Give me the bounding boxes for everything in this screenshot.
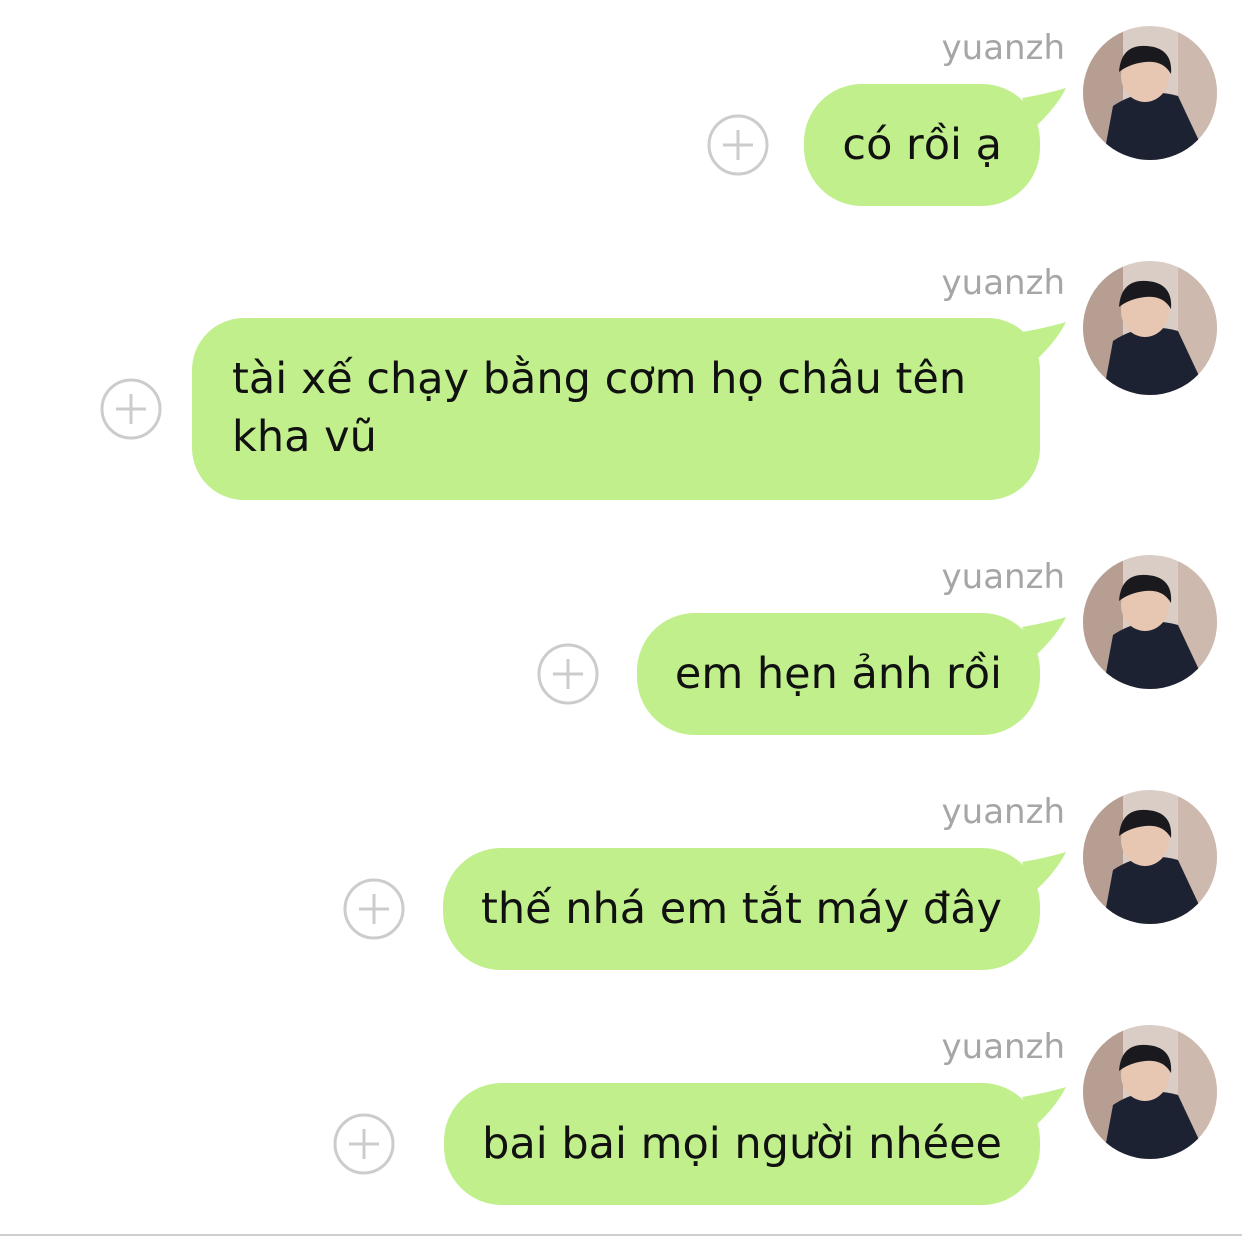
avatar-photo [1083, 1025, 1217, 1159]
divider [0, 1234, 1242, 1236]
message-bubble[interactable]: em hẹn ảnh rồi [636, 613, 1066, 735]
message-text: tài xế chạy bằng cơm họ châu tên kha vũ [232, 354, 967, 462]
message-bubble[interactable]: có rồi ạ [804, 84, 1066, 206]
message-bubble[interactable]: tài xế chạy bằng cơm họ châu tên kha vũ [192, 318, 1066, 500]
avatar-photo [1083, 261, 1217, 395]
message-text: em hẹn ảnh rồi [674, 649, 1002, 699]
message-text: thế nhá em tắt máy đây [481, 884, 1002, 934]
avatar-photo [1083, 555, 1217, 689]
message-bubble[interactable]: thế nhá em tắt máy đây [443, 848, 1066, 970]
add-reaction-button[interactable] [537, 643, 599, 705]
sender-name: yuanzh [941, 263, 1065, 303]
avatar[interactable] [1083, 1025, 1217, 1159]
bubble-tail [1022, 852, 1066, 892]
add-reaction-button[interactable] [333, 1113, 395, 1175]
add-reaction-button[interactable] [707, 114, 769, 176]
sender-name: yuanzh [941, 557, 1065, 597]
message-text: có rồi ạ [842, 120, 1002, 170]
avatar[interactable] [1083, 555, 1217, 689]
message-text: bai bai mọi người nhéee [482, 1119, 1002, 1169]
chat-thread: yuanzh có rồi ạ yuanzh tài xế chạy bằng … [0, 0, 1242, 1240]
sender-name: yuanzh [941, 1027, 1065, 1067]
message-bubble[interactable]: bai bai mọi người nhéee [444, 1083, 1066, 1205]
bubble-tail [1022, 617, 1066, 657]
avatar[interactable] [1083, 790, 1217, 924]
avatar[interactable] [1083, 261, 1217, 395]
sender-name: yuanzh [941, 792, 1065, 832]
add-reaction-button[interactable] [100, 378, 162, 440]
avatar-photo [1083, 26, 1217, 160]
avatar-photo [1083, 790, 1217, 924]
bubble-tail [1022, 1087, 1066, 1127]
add-reaction-button[interactable] [343, 878, 405, 940]
bubble-tail [1022, 88, 1066, 128]
sender-name: yuanzh [941, 28, 1065, 68]
avatar[interactable] [1083, 26, 1217, 160]
bubble-tail [1022, 322, 1066, 362]
